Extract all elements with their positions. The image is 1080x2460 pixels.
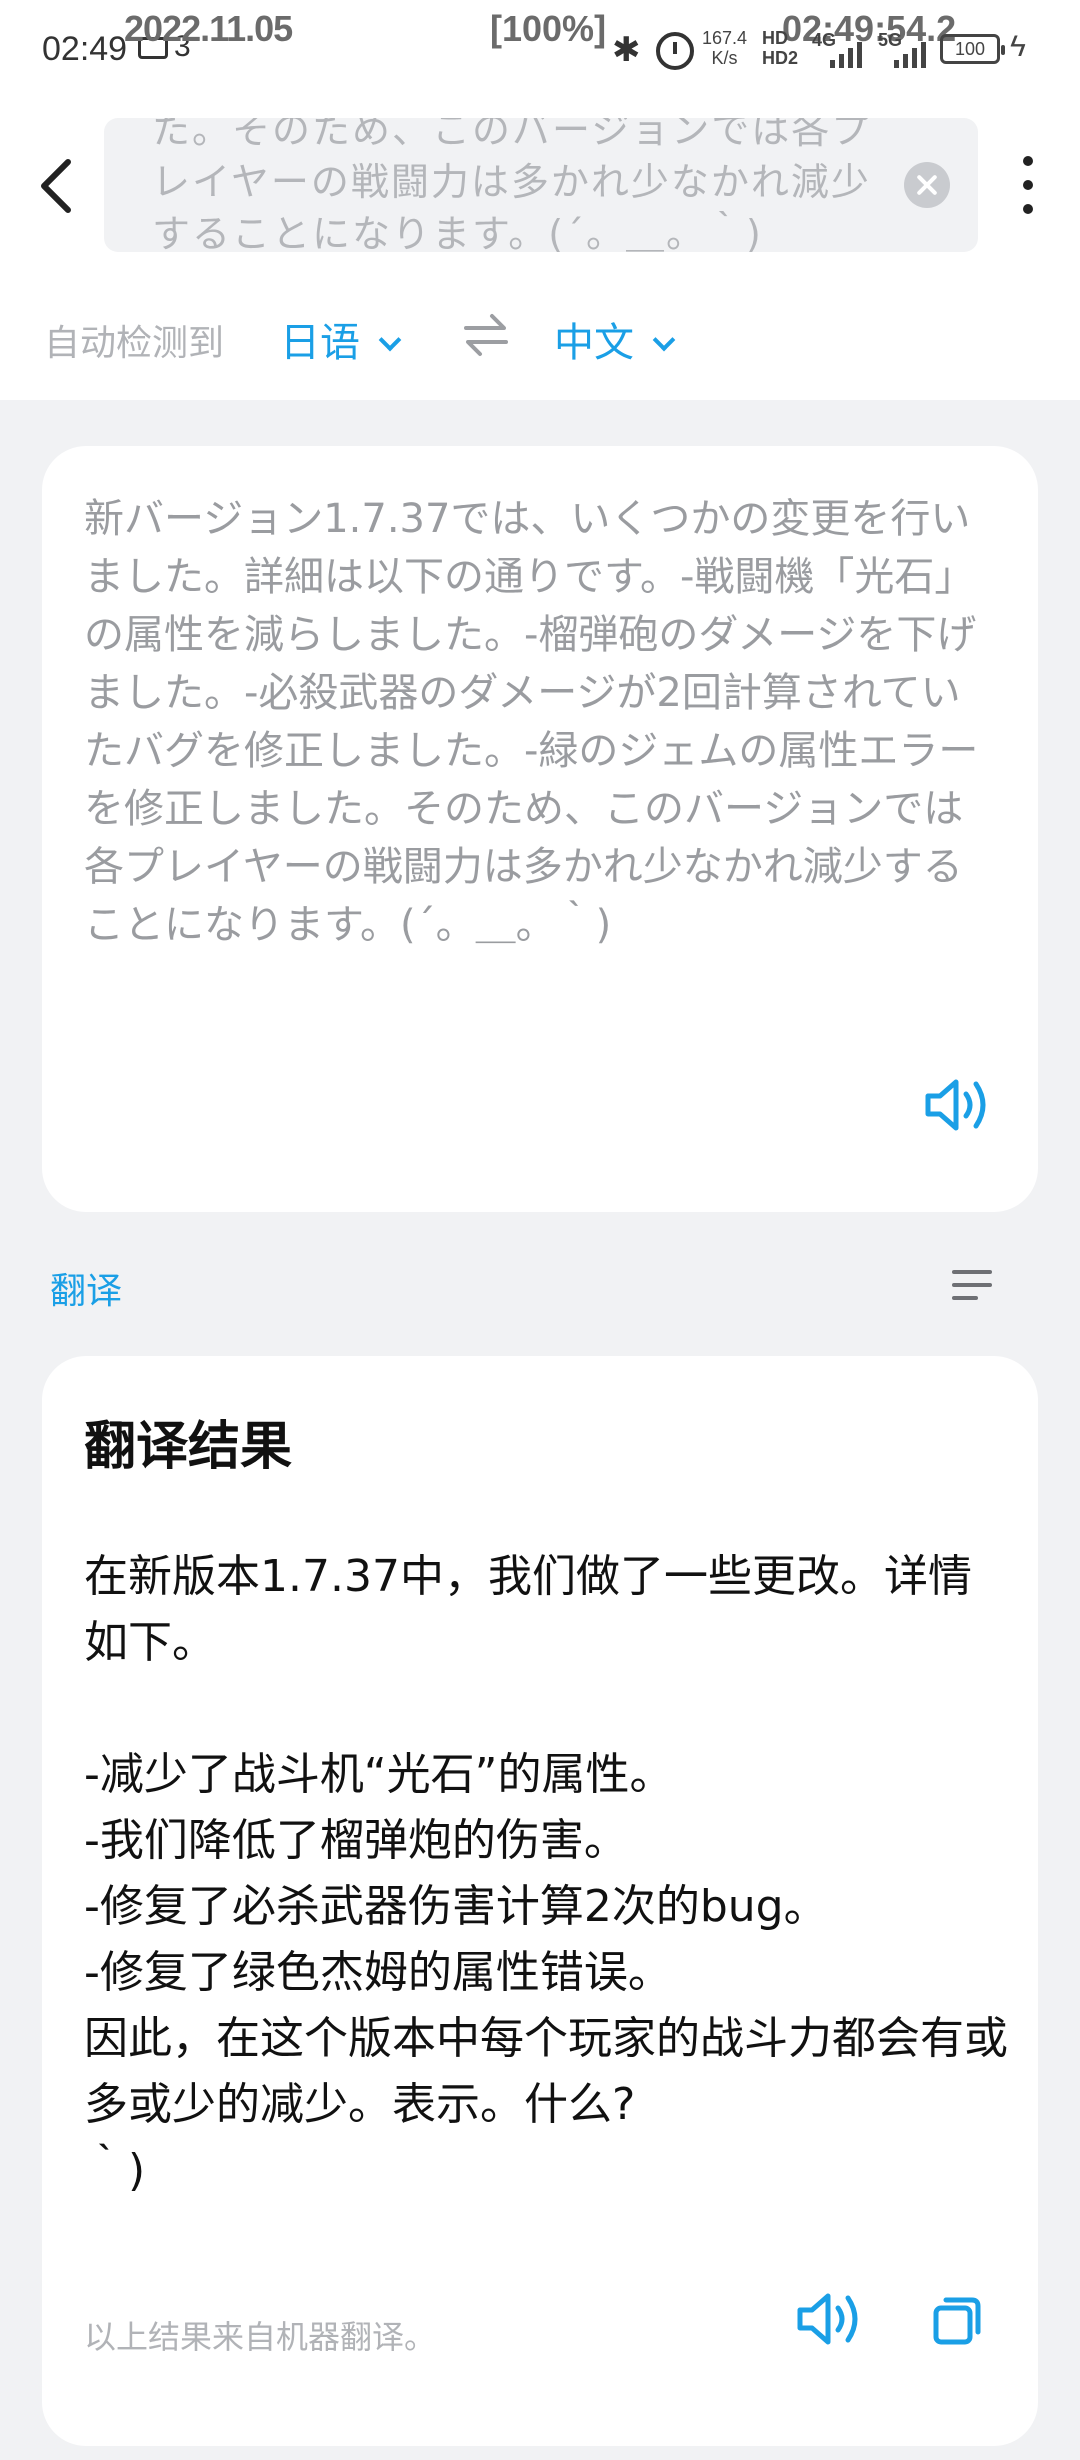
clear-icon[interactable] <box>904 162 950 208</box>
swap-languages-button[interactable] <box>462 310 510 360</box>
battery-level: 100 <box>954 39 986 59</box>
result-speak-button[interactable] <box>794 2286 866 2352</box>
more-vertical-icon <box>1023 156 1033 166</box>
overlay-clock: 02:49:54.2 <box>782 8 957 49</box>
copy-button[interactable] <box>930 2292 986 2348</box>
network-speed-unit: K/s <box>711 48 738 68</box>
speaker-icon <box>925 1079 986 1131</box>
alarm-icon <box>656 32 694 70</box>
bluetooth-icon: ✱ <box>612 31 641 69</box>
status-bar: 02:49 3 2022.11.05 [100%] 02:49:54.2 ✱ 1… <box>0 0 1080 100</box>
hd-label: HD <box>762 28 788 48</box>
search-input-text: た。そのため、このバージョンでは各プレイヤーの戦闘力は多かれ少なかれ減少すること… <box>152 118 872 252</box>
battery-icon: 100 <box>940 34 1005 64</box>
list-menu-icon[interactable] <box>952 1268 992 1302</box>
search-input[interactable]: た。そのため、このバージョンでは各プレイヤーの戦闘力は多かれ少なかれ減少すること… <box>104 118 978 252</box>
signal-icon-2 <box>894 42 930 68</box>
charging-icon: ϟ <box>1010 30 1026 63</box>
source-speak-button[interactable] <box>922 1072 994 1138</box>
hd2-label: HD2 <box>762 48 799 68</box>
translation-result-card: 翻译结果 在新版本1.7.37中，我们做了一些更改。详情如下。 -减少了战斗机“… <box>42 1356 1038 2446</box>
overlay-date: 2022.11.05 <box>124 8 293 49</box>
network-speed-value: 167.4 <box>702 28 748 48</box>
chevron-down-icon <box>378 328 402 352</box>
more-options-button[interactable] <box>1010 150 1046 220</box>
status-time: 02:49 <box>42 30 128 68</box>
swap-icon <box>464 314 508 356</box>
speaker-icon <box>797 2293 858 2345</box>
source-language-selector[interactable]: 日语 <box>280 310 402 368</box>
target-language-label: 中文 <box>554 320 634 366</box>
result-text[interactable]: 在新版本1.7.37中，我们做了一些更改。详情如下。 -减少了战斗机“光石”的属… <box>84 1544 1014 2204</box>
auto-detect-label: 自动检测到 <box>44 323 225 364</box>
back-button[interactable] <box>28 146 88 226</box>
overlay-battery-percent: [100%] <box>490 8 607 49</box>
hd-indicator: HD HD2 <box>762 28 798 68</box>
back-arrow-icon <box>41 159 71 213</box>
machine-translation-note: 以上结果来自机器翻译。 <box>84 2318 437 2356</box>
network-speed: 167.4 K/s <box>702 28 747 68</box>
source-text[interactable]: 新バージョン1.7.37では、いくつかの変更を行いました。詳細は以下の通りです。… <box>84 490 1000 954</box>
signal-icon <box>830 42 866 68</box>
chevron-down-icon <box>652 328 676 352</box>
result-title: 翻译结果 <box>84 1417 293 1477</box>
source-language-label: 日语 <box>280 320 360 366</box>
copy-icon <box>933 2297 981 2345</box>
source-text-card: 新バージョン1.7.37では、いくつかの変更を行いました。詳細は以下の通りです。… <box>42 446 1038 1212</box>
translation-section-label: 翻译 <box>50 1271 123 1312</box>
target-language-selector[interactable]: 中文 <box>554 310 676 368</box>
